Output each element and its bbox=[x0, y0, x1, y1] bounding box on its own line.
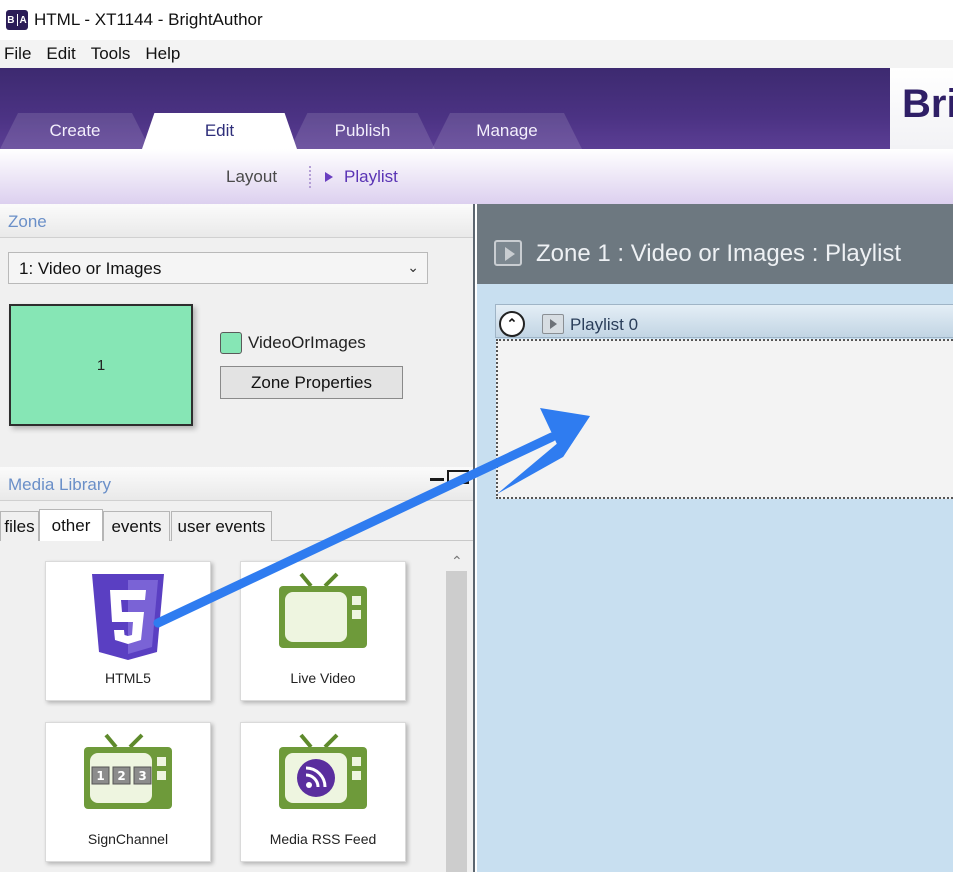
media-item-live-video[interactable]: Live Video bbox=[240, 561, 406, 701]
rss-tv-icon bbox=[279, 733, 367, 809]
brightauthor-app-icon: BA bbox=[6, 10, 28, 30]
collapse-icon[interactable]: ⌃ bbox=[499, 311, 525, 337]
zone-title-bar: Zone 1 : Video or Images : Playlist bbox=[477, 204, 953, 284]
playlist-drop-area[interactable] bbox=[496, 339, 953, 499]
tab-publish[interactable]: Publish bbox=[290, 113, 435, 149]
minimize-icon[interactable] bbox=[430, 478, 444, 481]
zone-section-header: Zone bbox=[0, 204, 473, 238]
playlist-name: Playlist 0 bbox=[570, 315, 639, 334]
zone-preview[interactable]: 1 bbox=[9, 304, 193, 426]
media-library-grid: HTML5 Live Video 1 2 3 SignChannel Media… bbox=[0, 541, 473, 872]
media-library-header: Media Library bbox=[0, 467, 473, 501]
sub-navigation: Layout Playlist bbox=[0, 149, 953, 204]
digit-3: 3 bbox=[138, 769, 146, 783]
brand-logo: Bri bbox=[890, 68, 953, 149]
playlist-play-icon bbox=[542, 314, 564, 334]
media-library-scrollbar[interactable]: ⌃ bbox=[444, 549, 469, 872]
zone-type-label: VideoOrImages bbox=[248, 333, 366, 352]
signchannel-tv-icon: 1 2 3 bbox=[84, 733, 172, 809]
tab-edit[interactable]: Edit bbox=[142, 113, 297, 149]
menu-file[interactable]: File bbox=[0, 44, 42, 64]
subnav-layout[interactable]: Layout bbox=[226, 167, 277, 187]
tab-files[interactable]: files bbox=[0, 511, 39, 541]
menu-bar: File Edit Tools Help bbox=[0, 40, 953, 68]
left-panel: Zone 1: Video or Images ⌄ 1 VideoOrImage… bbox=[0, 204, 475, 872]
panel-window-buttons bbox=[430, 468, 470, 484]
zone-playlist-title: Zone 1 : Video or Images : Playlist bbox=[536, 240, 902, 267]
tab-other[interactable]: other bbox=[39, 509, 103, 542]
subnav-divider bbox=[309, 166, 311, 188]
maximize-icon[interactable] bbox=[447, 470, 469, 484]
menu-edit[interactable]: Edit bbox=[42, 44, 86, 64]
tab-create[interactable]: Create bbox=[0, 113, 150, 149]
tab-manage[interactable]: Manage bbox=[432, 113, 582, 149]
scroll-up-icon[interactable]: ⌃ bbox=[451, 553, 463, 570]
html5-icon bbox=[92, 574, 164, 660]
tab-events[interactable]: events bbox=[103, 511, 170, 541]
tab-user-events[interactable]: user events bbox=[171, 511, 272, 541]
zone-properties-button[interactable]: Zone Properties bbox=[220, 366, 403, 399]
subnav-playlist[interactable]: Playlist bbox=[344, 167, 398, 187]
zone-color-swatch bbox=[220, 332, 242, 354]
digit-1: 1 bbox=[96, 769, 104, 783]
menu-tools[interactable]: Tools bbox=[87, 44, 142, 64]
play-arrow-icon bbox=[325, 172, 333, 182]
play-icon bbox=[494, 240, 522, 266]
menu-help[interactable]: Help bbox=[141, 44, 191, 64]
zone-select[interactable]: 1: Video or Images ⌄ bbox=[8, 252, 428, 284]
playlist-panel: Zone 1 : Video or Images : Playlist ⌃ Pl… bbox=[477, 204, 953, 872]
window-title: HTML - XT1144 - BrightAuthor bbox=[34, 10, 263, 29]
title-bar: BA HTML - XT1144 - BrightAuthor bbox=[0, 0, 953, 40]
tv-icon bbox=[279, 572, 367, 648]
scrollbar-thumb[interactable] bbox=[446, 571, 467, 872]
chevron-down-icon: ⌄ bbox=[407, 259, 419, 275]
media-library-tabs: files other events user events bbox=[0, 509, 473, 542]
digit-2: 2 bbox=[117, 769, 125, 783]
media-item-media-rss-feed[interactable]: Media RSS Feed bbox=[240, 722, 406, 862]
media-item-html5[interactable]: HTML5 bbox=[45, 561, 211, 701]
main-header: Create Edit Publish Manage Bri bbox=[0, 68, 953, 149]
media-item-signchannel[interactable]: 1 2 3 SignChannel bbox=[45, 722, 211, 862]
